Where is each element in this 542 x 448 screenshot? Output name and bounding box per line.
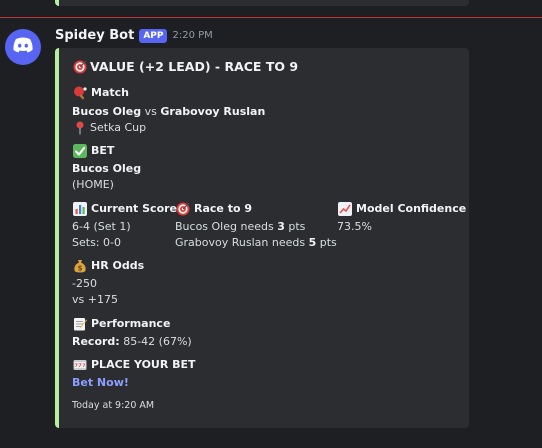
message-header: Spidey Bot APP 2:20 PM [55, 28, 213, 43]
username[interactable]: Spidey Bot [55, 28, 134, 43]
confidence-value: 73.5% [337, 220, 372, 233]
race-player2-line: Grabovoy Ruslan needs 5 pts [175, 235, 337, 250]
match-players: Bucos Oleg vs Grabovoy Ruslan [72, 104, 265, 119]
current-score-line2: Sets: 0-0 [72, 236, 121, 249]
embed-footer-timestamp: Today at 9:20 AM [72, 400, 155, 411]
odds-line1: -250 [72, 277, 97, 290]
app-badge: APP [139, 28, 168, 43]
match-field-name: Match [72, 85, 129, 100]
direct-hit-icon [175, 201, 190, 216]
direct-hit-icon [72, 59, 87, 74]
svg-text:7: 7 [82, 363, 85, 369]
current-score-field-name: Current Score [72, 201, 177, 216]
record-label: Record: [72, 335, 120, 348]
tournament-name: Setka Cup [90, 121, 147, 134]
confidence-label: Model Confidence [356, 202, 467, 215]
tournament-line: Setka Cup [72, 120, 146, 135]
race-field-name: Race to 9 [175, 201, 252, 216]
player2-name: Grabovoy Ruslan [160, 105, 266, 118]
svg-text:7: 7 [78, 363, 81, 369]
bot-avatar[interactable] [5, 29, 41, 65]
confidence-field-name: Model Confidence [337, 201, 466, 216]
bet-side: (HOME) [72, 178, 114, 191]
new-messages-divider [0, 17, 542, 18]
embed-title: VALUE (+2 LEAD) - RACE TO 9 [72, 59, 298, 74]
slot-machine-icon: 777 [72, 357, 87, 372]
record-value: 85-42 (67%) [119, 335, 192, 348]
bet-pick: Bucos Oleg [72, 162, 142, 175]
race-label: Race to 9 [194, 202, 253, 215]
race-player1-line: Bucos Oleg needs 3 pts [175, 219, 305, 234]
money-bag-icon: $ [72, 258, 87, 273]
bar-chart-icon [72, 201, 87, 216]
message-timestamp[interactable]: 2:20 PM [172, 30, 212, 41]
odds-line2: vs +175 [72, 293, 118, 306]
odds-field-name: $ HR Odds [72, 258, 144, 273]
embed-title-text: VALUE (+2 LEAD) - RACE TO 9 [90, 59, 299, 74]
bet-label: BET [91, 144, 115, 157]
performance-field-name: Performance [72, 316, 170, 331]
race-p2-suffix: pts [316, 236, 337, 249]
chart-increasing-icon [337, 201, 352, 216]
previous-embed-edge [55, 0, 469, 6]
place-bet-field-name: 777 PLACE YOUR BET [72, 357, 196, 372]
round-pushpin-icon [72, 120, 87, 135]
current-score-line1: 6-4 (Set 1) [72, 220, 131, 233]
svg-text:7: 7 [74, 363, 77, 369]
race-p2-prefix: Grabovoy Ruslan needs [175, 236, 309, 249]
bet-now-link[interactable]: Bet Now! [72, 375, 129, 390]
check-mark-button-icon [72, 143, 87, 158]
performance-record: Record: 85-42 (67%) [72, 334, 192, 349]
race-p1-value: 3 [277, 220, 285, 233]
bet-field-name: BET [72, 143, 114, 158]
svg-text:$: $ [77, 264, 82, 272]
ping-pong-icon [72, 85, 87, 100]
race-p1-prefix: Bucos Oleg needs [175, 220, 278, 233]
player1-name: Bucos Oleg [72, 105, 142, 118]
vs-text: vs [141, 105, 161, 118]
memo-icon [72, 316, 87, 331]
place-bet-label: PLACE YOUR BET [91, 358, 196, 371]
discord-logo-icon [12, 37, 34, 57]
performance-label: Performance [91, 317, 171, 330]
bet-embed: VALUE (+2 LEAD) - RACE TO 9 Match Bucos … [55, 48, 469, 428]
race-p1-suffix: pts [284, 220, 306, 233]
match-label: Match [91, 86, 129, 99]
current-score-label: Current Score [91, 202, 178, 215]
odds-label: HR Odds [91, 259, 145, 272]
